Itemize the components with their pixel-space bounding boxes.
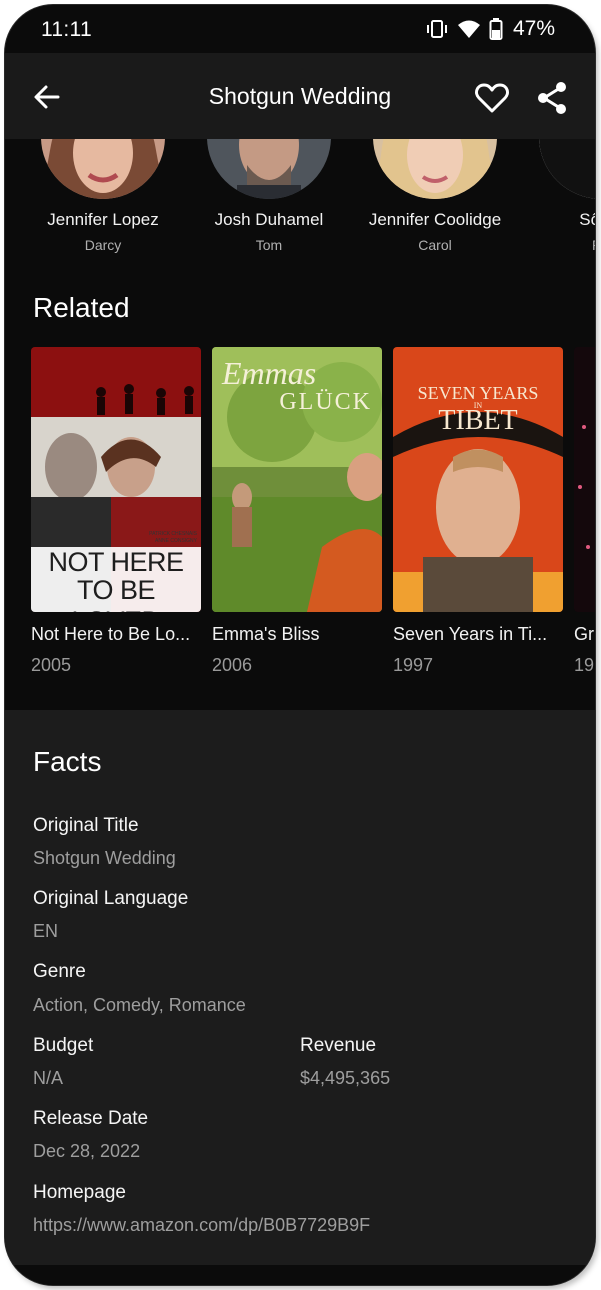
fact-value: Action, Comedy, Romance <box>33 995 246 1015</box>
battery-icon <box>489 18 503 40</box>
related-list: PATRICK CHESNAIS ANNE CONSIGNY NOT HERE … <box>5 347 595 687</box>
related-card[interactable]: PATRICK CHESNAIS ANNE CONSIGNY NOT HERE … <box>31 347 201 676</box>
cast-item[interactable]: Sônia Re <box>521 139 595 253</box>
fact-label: Genre <box>33 961 86 982</box>
poster-credit: PATRICK CHESNAIS <box>149 531 197 537</box>
cast-photo <box>539 139 595 199</box>
cast-name: Josh Duhamel <box>214 210 324 229</box>
fact-label: Budget <box>33 1035 94 1056</box>
poster-image: SEVEN YEARS IN TIBET <box>393 347 563 612</box>
fact-value: Dec 28, 2022 <box>33 1141 141 1161</box>
poster-text: TIBET <box>438 405 518 436</box>
related-title: Emma's Bliss <box>212 624 320 644</box>
fact-label: Revenue <box>300 1035 377 1056</box>
cast-photo <box>41 139 165 199</box>
share-button[interactable] <box>533 79 571 117</box>
related-card[interactable]: Emmas GLÜCK Emma's Bliss 2006 <box>212 347 382 676</box>
cast-role: Re <box>521 237 595 253</box>
related-title: Seven Years in Ti... <box>393 624 548 644</box>
status-time: 11:11 <box>41 18 92 41</box>
vibrate-icon <box>425 19 449 39</box>
fact-label: Release Date <box>33 1108 149 1129</box>
poster-credit: ANNE CONSIGNY <box>155 538 197 544</box>
related-year: 2005 <box>31 655 72 675</box>
cast-item[interactable]: Jennifer Coolidge Carol <box>355 139 515 253</box>
cast-name: Jennifer Coolidge <box>368 210 502 229</box>
fact-value: N/A <box>33 1068 64 1088</box>
homepage-link[interactable]: https://www.amazon.com/dp/B0B7729B9F <box>33 1215 370 1236</box>
share-icon <box>538 82 566 114</box>
cast-name: Sônia <box>579 210 595 229</box>
bottom-spacer <box>5 1265 595 1285</box>
fact-label: Original Language <box>33 888 189 909</box>
fact-label: Homepage <box>33 1182 126 1203</box>
related-title: Gr <box>574 624 594 644</box>
app-bar: Shotgun Wedding <box>5 53 595 139</box>
related-year: 19 <box>574 655 595 675</box>
fact-value: Shotgun Wedding <box>33 848 176 868</box>
cast-item[interactable]: Jennifer Lopez Darcy <box>23 139 183 253</box>
fact-label: Original Title <box>33 815 139 836</box>
battery-percent: 47% <box>512 17 555 40</box>
cast-item[interactable]: Josh Duhamel Tom <box>189 139 349 253</box>
poster-image <box>574 347 595 612</box>
fact-value: EN <box>33 921 59 941</box>
related-year: 2006 <box>212 655 253 675</box>
cast-photo <box>373 139 497 199</box>
back-arrow-icon <box>34 85 60 109</box>
poster-text: NOT HERE <box>48 547 184 577</box>
cast-role: Darcy <box>84 237 122 253</box>
related-year: 1997 <box>393 655 434 675</box>
facts-panel: Facts Original Title Shotgun Wedding Ori… <box>5 710 595 1265</box>
back-button[interactable] <box>29 79 65 115</box>
poster-text: GLÜCK <box>279 389 372 415</box>
poster-text: TO BE LOVED <box>71 575 161 612</box>
cast-role: Tom <box>255 237 283 253</box>
related-heading: Related <box>33 292 130 323</box>
related-title: Not Here to Be Lo... <box>31 624 191 644</box>
status-icons: 47% <box>425 17 555 41</box>
fact-value: $4,495,365 <box>300 1068 391 1088</box>
wifi-icon <box>457 19 481 39</box>
facts-heading: Facts <box>33 746 102 777</box>
phone-screen: 11:11 47% Shotgun Wedding Jennifer Lopez… <box>5 5 595 1285</box>
cast-name: Jennifer Lopez <box>47 210 159 229</box>
cast-role: Carol <box>418 237 452 253</box>
status-bar: 11:11 47% <box>5 5 595 53</box>
related-card[interactable]: SEVEN YEARS IN TIBET Seven Years in Ti..… <box>393 347 563 676</box>
favorite-button[interactable] <box>473 79 511 117</box>
poster-image: Emmas GLÜCK <box>212 347 382 612</box>
poster-text: Emmas <box>222 355 317 391</box>
cast-photo <box>207 139 331 199</box>
poster-image: PATRICK CHESNAIS ANNE CONSIGNY NOT HERE … <box>31 347 201 612</box>
related-card[interactable]: Gr 19 <box>574 347 595 676</box>
cast-list: Jennifer Lopez Darcy Josh Duhamel Tom Je… <box>5 139 595 269</box>
heart-icon <box>475 83 509 113</box>
